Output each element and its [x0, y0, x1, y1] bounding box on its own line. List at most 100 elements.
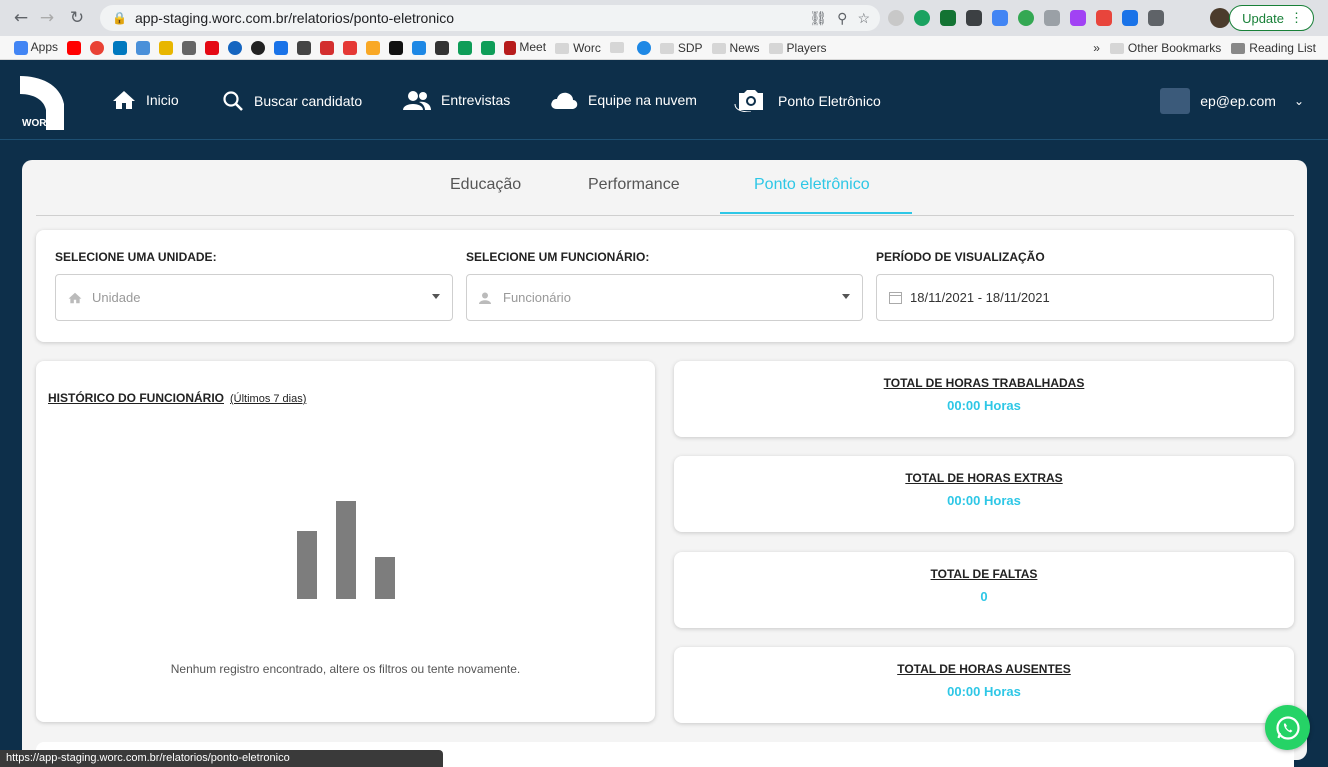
period-picker[interactable]: 18/11/2021 - 18/11/2021 — [876, 274, 1274, 321]
tab-performance[interactable]: Performance — [588, 176, 680, 194]
stat-card-absent-hours: TOTAL DE HORAS AUSENTES 00:00 Horas — [674, 647, 1294, 723]
bookmark-sdp[interactable]: SDP — [659, 41, 703, 55]
folder-icon — [1109, 43, 1124, 55]
bookmark-icon[interactable] — [343, 40, 358, 55]
extension-icon[interactable] — [992, 10, 1008, 26]
extension-icon[interactable] — [888, 10, 904, 26]
extension-icon[interactable] — [1018, 10, 1034, 26]
extension-icon[interactable] — [1096, 10, 1112, 26]
profile-avatar[interactable] — [1210, 8, 1230, 28]
nav-inicio[interactable]: Inicio — [112, 90, 179, 110]
meet-icon — [504, 40, 517, 55]
bookmark-icon[interactable] — [481, 40, 496, 55]
employee-label: SELECIONE UM FUNCIONÁRIO: — [466, 250, 650, 264]
empty-chart-icon — [297, 501, 397, 599]
browser-toolbar: ← → ↻ 🔒 app-staging.worc.com.br/relatori… — [0, 0, 1328, 36]
nav-buscar-candidato[interactable]: Buscar candidato — [222, 90, 362, 112]
stat-label: TOTAL DE HORAS EXTRAS — [905, 471, 1063, 485]
extension-icon[interactable] — [1070, 10, 1086, 26]
stat-label: TOTAL DE HORAS AUSENTES — [897, 662, 1071, 676]
address-bar-url: app-staging.worc.com.br/relatorios/ponto… — [134, 10, 454, 26]
forward-icon[interactable]: → — [34, 5, 60, 31]
folder-icon — [768, 42, 783, 54]
puzzle-icon[interactable] — [1148, 10, 1164, 26]
report-tabs: Educação Performance Ponto eletrônico — [36, 160, 1294, 216]
key-icon[interactable]: ⛓ — [809, 10, 827, 27]
user-email: ep@ep.com — [1200, 93, 1276, 109]
home-icon — [113, 91, 135, 109]
youtube-icon[interactable] — [67, 40, 82, 55]
extension-icon[interactable] — [940, 10, 956, 26]
bookmark-icon[interactable] — [274, 40, 289, 55]
bookmark-icon[interactable] — [458, 40, 473, 55]
whatsapp-icon — [1275, 715, 1300, 740]
medium-icon[interactable] — [389, 40, 404, 55]
zoom-icon[interactable]: ⚲ — [837, 10, 847, 27]
netflix-icon[interactable] — [205, 40, 220, 55]
bookmark-icon[interactable] — [320, 40, 335, 55]
bookmark-apps-label: Apps — [30, 40, 59, 55]
bookmarks-bar: Apps Meet Worc SDP News Players » Other … — [0, 36, 1328, 60]
folder-icon — [711, 42, 726, 54]
bookmark-apps[interactable]: Apps — [14, 40, 58, 55]
stat-value: 00:00 Horas — [947, 684, 1021, 699]
bookmark-players[interactable]: Players — [768, 41, 827, 55]
bookmark-icon[interactable] — [297, 40, 312, 55]
bookmark-icon[interactable] — [366, 40, 381, 55]
bookmark-worc[interactable]: Worc — [555, 41, 601, 55]
folder-icon[interactable] — [609, 42, 624, 53]
linux-icon[interactable] — [159, 40, 174, 55]
bookmark-meet-label: Meet — [519, 40, 547, 55]
employee-select[interactable]: Funcionário — [466, 274, 863, 321]
update-button[interactable]: Update ⋮ — [1229, 5, 1314, 31]
trello-icon[interactable] — [113, 40, 128, 55]
app-header: WORC Inicio Buscar candidato Entrevistas… — [0, 60, 1328, 140]
search-icon — [223, 91, 243, 111]
worc-logo[interactable]: WORC — [20, 72, 66, 130]
employee-placeholder: Funcionário — [503, 290, 571, 305]
reload-icon[interactable]: ↻ — [64, 5, 90, 31]
tab-ponto-eletronico[interactable]: Ponto eletrônico — [754, 176, 870, 194]
folder-icon — [555, 42, 570, 54]
bookmark-icon[interactable] — [636, 40, 651, 55]
chevron-down-icon — [842, 294, 850, 299]
bookmark-news-label: News — [729, 40, 760, 55]
bookmarks-overflow[interactable]: » — [1093, 41, 1100, 55]
bookmark-meet[interactable]: Meet — [504, 40, 546, 55]
history-subtitle: (Últimos 7 dias) — [230, 393, 307, 405]
nav-equipe-na-nuvem[interactable]: Equipe na nuvem — [550, 90, 697, 110]
extension-icon[interactable] — [966, 10, 982, 26]
menu-dots-icon: ⋮ — [1290, 10, 1303, 25]
chat-icon[interactable] — [435, 40, 450, 55]
folder-icon — [659, 42, 674, 54]
extension-icon[interactable] — [914, 10, 930, 26]
nav-equipe-na-nuvem-label: Equipe na nuvem — [588, 92, 697, 108]
back-icon[interactable]: ← — [8, 5, 34, 31]
user-menu[interactable]: ep@ep.com ⌄ — [1160, 88, 1304, 114]
reading-list-label: Reading List — [1249, 41, 1316, 55]
bookmark-news[interactable]: News — [711, 40, 760, 55]
apple-icon[interactable] — [182, 40, 197, 55]
address-bar[interactable]: 🔒 app-staging.worc.com.br/relatorios/pon… — [100, 5, 880, 31]
bookmark-other[interactable]: Other Bookmarks — [1109, 41, 1221, 55]
whatsapp-button[interactable] — [1265, 705, 1310, 750]
extension-icon[interactable] — [1122, 10, 1138, 26]
bookmark-icon[interactable] — [412, 40, 427, 55]
bookmark-star-icon[interactable]: ☆ — [857, 10, 870, 27]
nav-buscar-candidato-label: Buscar candidato — [254, 93, 363, 109]
tab-educacao[interactable]: Educação — [450, 176, 521, 194]
nav-ponto-eletronico[interactable]: Ponto Eletrônico — [734, 90, 881, 112]
bookmark-icon[interactable] — [228, 40, 243, 55]
extension-icon[interactable] — [1044, 10, 1060, 26]
nav-entrevistas[interactable]: Entrevistas — [403, 90, 510, 110]
calendar-icon[interactable] — [90, 40, 105, 55]
github-icon[interactable] — [251, 40, 266, 55]
nav-ponto-eletronico-label: Ponto Eletrônico — [778, 93, 881, 109]
status-bar-url: https://app-staging.worc.com.br/relatori… — [0, 750, 443, 767]
bookmark-icon[interactable] — [136, 40, 151, 55]
unit-select[interactable]: Unidade — [55, 274, 453, 321]
stat-value: 0 — [980, 589, 988, 604]
stat-card-absences: TOTAL DE FALTAS 0 — [674, 552, 1294, 628]
reading-list[interactable]: Reading List — [1231, 41, 1316, 55]
chart-bar — [336, 501, 356, 599]
